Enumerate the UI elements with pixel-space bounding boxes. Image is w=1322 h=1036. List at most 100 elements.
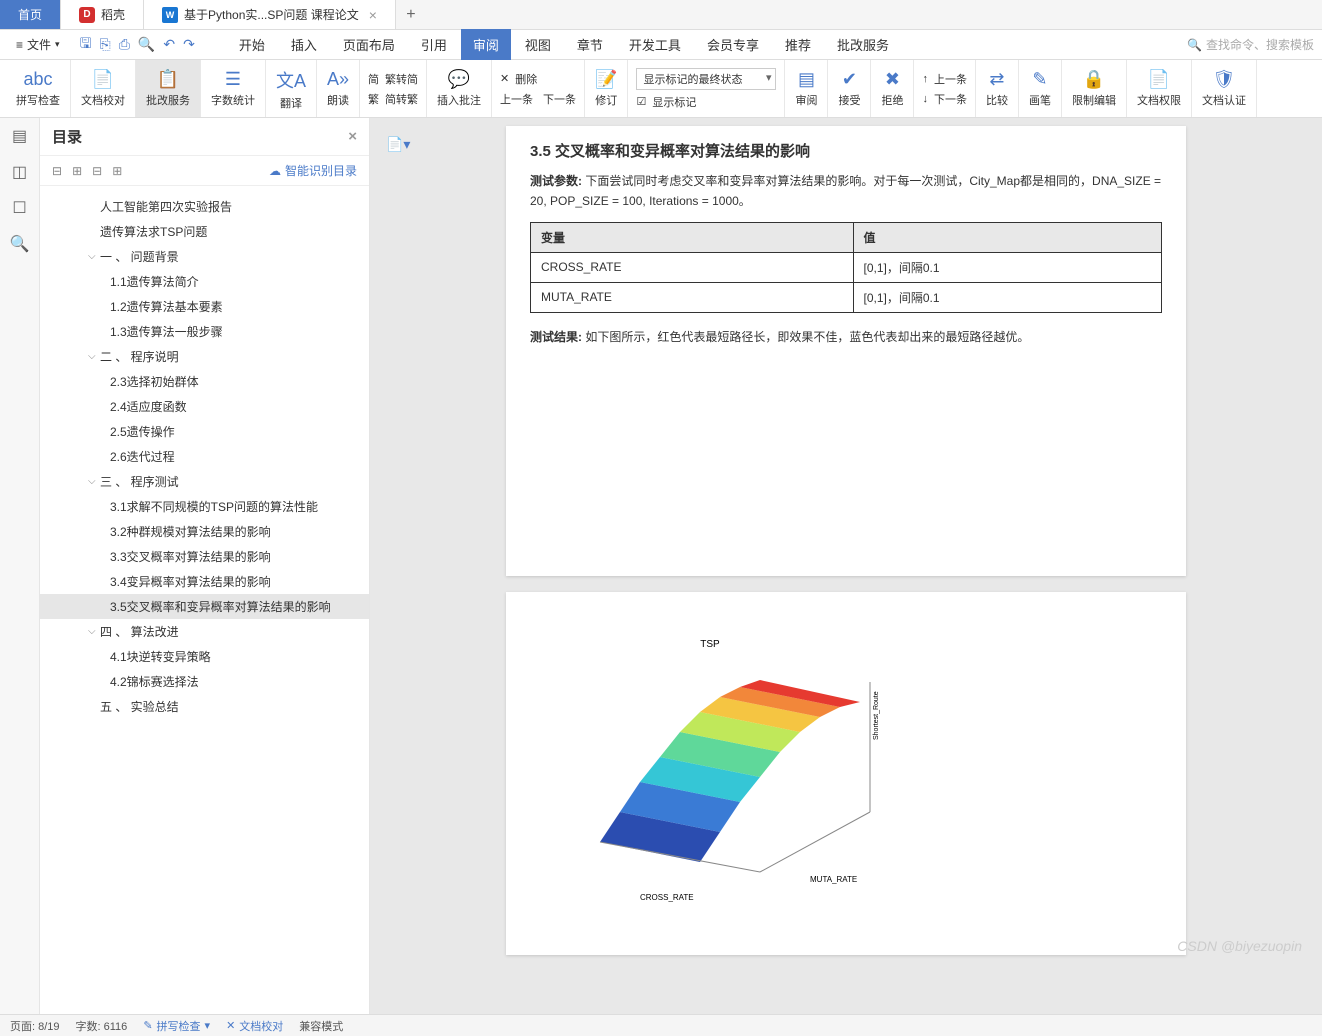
toc-item-7[interactable]: 2.3选择初始群体 <box>40 369 369 394</box>
compare-button[interactable]: ⇄比较 <box>976 60 1019 117</box>
menu-tab-2[interactable]: 页面布局 <box>331 29 407 60</box>
menu-tab-4[interactable]: 审阅 <box>461 29 511 60</box>
add-tab-button[interactable]: + <box>396 0 426 29</box>
toc-item-9[interactable]: 2.5遗传操作 <box>40 419 369 444</box>
menu-tab-1[interactable]: 插入 <box>279 29 329 60</box>
ink-button[interactable]: ✎画笔 <box>1019 60 1062 117</box>
review-pane-button[interactable]: ▤审阅 <box>785 60 828 117</box>
bookmark-rail-icon[interactable]: ☐ <box>12 198 26 218</box>
menu-tab-10[interactable]: 批改服务 <box>825 29 901 60</box>
toc-item-label: 1.2遗传算法基本要素 <box>110 298 223 315</box>
nav-rail-icon[interactable]: ◫ <box>12 162 27 182</box>
menu-tab-3[interactable]: 引用 <box>409 29 459 60</box>
chevron-down-icon: ⌵ <box>88 251 100 262</box>
delete-comment-button[interactable]: ✕删除 <box>500 71 576 87</box>
save-icon[interactable]: 🖫 <box>80 33 92 57</box>
toc-item-20[interactable]: 五 、 实验总结 <box>40 694 369 719</box>
undo-icon[interactable]: ↶ <box>163 36 175 53</box>
redo-icon[interactable]: ↷ <box>183 36 195 53</box>
prev-comment-button[interactable]: 上一条 <box>500 91 533 107</box>
zlabel: Shortest_Route <box>873 691 880 740</box>
toc-item-8[interactable]: 2.4适应度函数 <box>40 394 369 419</box>
toc-item-label: 四 、 算法改进 <box>100 623 179 640</box>
read-aloud-button[interactable]: A»朗读 <box>317 60 360 117</box>
file-menu[interactable]: ≡ 文件 ▾ <box>8 36 68 53</box>
export-icon[interactable]: ⎘ <box>100 36 111 53</box>
toc-item-15[interactable]: 3.4变异概率对算法结果的影响 <box>40 569 369 594</box>
toc-item-6[interactable]: ⌵二 、 程序说明 <box>40 344 369 369</box>
review-service-button[interactable]: 📋批改服务 <box>136 60 201 117</box>
track-changes-button[interactable]: 📝修订 <box>585 60 628 117</box>
insert-comment-button[interactable]: 💬插入批注 <box>427 60 492 117</box>
promote-icon[interactable]: ⊟ <box>92 164 102 178</box>
search-box[interactable]: 🔍 查找命令、搜索模板 <box>1187 36 1314 53</box>
expand-all-icon[interactable]: ⊞ <box>72 164 82 178</box>
toc-item-11[interactable]: ⌵三 、 程序测试 <box>40 469 369 494</box>
prev-change-button[interactable]: ↑上一条 <box>922 71 967 87</box>
menu-tab-8[interactable]: 会员专享 <box>695 29 771 60</box>
translate-button[interactable]: 文A翻译 <box>266 60 317 117</box>
reject-button[interactable]: ✖拒绝 <box>871 60 914 117</box>
doc-proof-button[interactable]: 📄文档校对 <box>71 60 136 117</box>
next-comment-button[interactable]: 下一条 <box>543 91 576 107</box>
doc-permission-button[interactable]: 📄文档权限 <box>1127 60 1192 117</box>
show-markup-button[interactable]: ☑显示标记 <box>636 94 776 110</box>
check-doc-icon: 📋 <box>157 69 179 90</box>
toc-item-10[interactable]: 2.6迭代过程 <box>40 444 369 469</box>
smart-toc-button[interactable]: ☁ 智能识别目录 <box>269 162 357 179</box>
menu-tab-0[interactable]: 开始 <box>227 29 277 60</box>
display-mode-select[interactable]: 显示标记的最终状态 <box>636 68 776 90</box>
toc-item-3[interactable]: 1.1遗传算法简介 <box>40 269 369 294</box>
cell-val: [0,1]，间隔0.1 <box>853 252 1161 282</box>
accept-button[interactable]: ✔接受 <box>828 60 871 117</box>
toc-item-0[interactable]: 人工智能第四次实验报告 <box>40 194 369 219</box>
toc-item-13[interactable]: 3.2种群规模对算法结果的影响 <box>40 519 369 544</box>
quick-access-toolbar: 🖫 ⎘ ⎙ 🔍 ↶ ↷ <box>72 33 203 57</box>
toc-item-5[interactable]: 1.3遗传算法一般步骤 <box>40 319 369 344</box>
restrict-edit-button[interactable]: 🔒限制编辑 <box>1062 60 1127 117</box>
markup-icon: ☑ <box>636 95 646 108</box>
to-traditional-button[interactable]: 繁简转繁 <box>368 91 418 107</box>
surface-3d-chart: TSP CROSS_RATE MUTA_RATE <box>530 632 890 912</box>
word-count-button[interactable]: ☰字数统计 <box>201 60 266 117</box>
close-panel-icon[interactable]: × <box>348 128 357 145</box>
abc-icon: abc <box>23 69 52 90</box>
tab-home[interactable]: 首页 <box>0 0 61 29</box>
close-icon[interactable]: × <box>369 7 377 23</box>
toc-item-2[interactable]: ⌵一 、 问题背景 <box>40 244 369 269</box>
toc-item-19[interactable]: 4.2锦标赛选择法 <box>40 669 369 694</box>
status-bar: 页面: 8/19 字数: 6116 ✎ 拼写检查 ▾ ✕ 文档校对 兼容模式 <box>0 1014 1322 1036</box>
document-viewport[interactable]: 📄▾ 3.5 交叉概率和变异概率对算法结果的影响 测试参数: 下面尝试同时考虑交… <box>370 118 1322 1014</box>
tab-document[interactable]: W 基于Python实...SP问题 课程论文 × <box>144 0 396 29</box>
toc-item-1[interactable]: 遗传算法求TSP问题 <box>40 219 369 244</box>
cert-icon: 🛡 <box>1213 69 1236 90</box>
menu-tab-7[interactable]: 开发工具 <box>617 29 693 60</box>
to-simplified-button[interactable]: 简繁转简 <box>368 71 418 87</box>
demote-icon[interactable]: ⊞ <box>112 164 122 178</box>
status-spell-check[interactable]: ✎ 拼写检查 ▾ <box>143 1018 210 1034</box>
spell-check-button[interactable]: abc拼写检查 <box>6 60 71 117</box>
th-value: 值 <box>853 222 1161 252</box>
status-compat: 兼容模式 <box>299 1018 343 1034</box>
menu-tab-6[interactable]: 章节 <box>565 29 615 60</box>
toc-item-14[interactable]: 3.3交叉概率对算法结果的影响 <box>40 544 369 569</box>
toc-rail-icon[interactable]: ▤ <box>12 126 27 146</box>
toc-item-4[interactable]: 1.2遗传算法基本要素 <box>40 294 369 319</box>
doc-cert-button[interactable]: 🛡文档认证 <box>1192 60 1257 117</box>
next-change-button[interactable]: ↓下一条 <box>922 91 967 107</box>
menu-tab-9[interactable]: 推荐 <box>773 29 823 60</box>
accept-icon: ✔ <box>842 69 857 90</box>
menu-tab-5[interactable]: 视图 <box>513 29 563 60</box>
toc-item-17[interactable]: ⌵四 、 算法改进 <box>40 619 369 644</box>
collapse-all-icon[interactable]: ⊟ <box>52 164 62 178</box>
toc-item-18[interactable]: 4.1块逆转变异策略 <box>40 644 369 669</box>
status-doc-proof[interactable]: ✕ 文档校对 <box>226 1018 283 1034</box>
toc-item-16[interactable]: 3.5交叉概率和变异概率对算法结果的影响 <box>40 594 369 619</box>
print-icon[interactable]: ⎙ <box>119 36 130 53</box>
search-rail-icon[interactable]: 🔍 <box>10 234 30 254</box>
preview-icon[interactable]: 🔍 <box>138 36 155 53</box>
doc-menu-icon[interactable]: 📄▾ <box>386 136 410 153</box>
tab-daoqiao[interactable]: D 稻壳 <box>61 0 144 29</box>
toc-item-12[interactable]: 3.1求解不同规模的TSP问题的算法性能 <box>40 494 369 519</box>
wps-doc-icon: W <box>162 7 178 23</box>
